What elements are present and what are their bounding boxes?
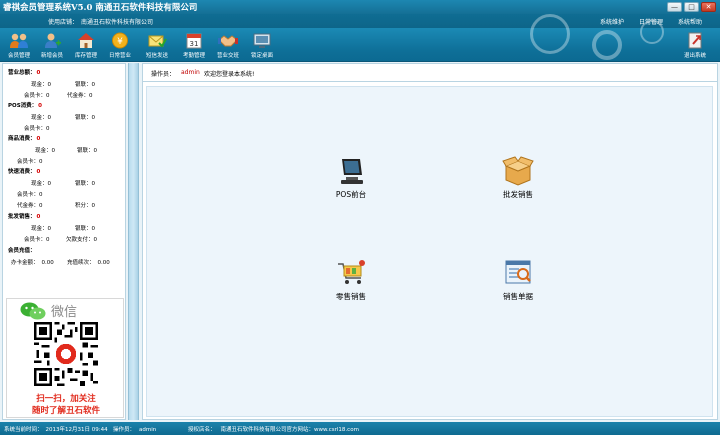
toolbar-add-member[interactable]: 新增会员 (36, 31, 68, 59)
toolbar-shift-handover[interactable]: 营业交班 (212, 31, 244, 59)
main-panel: 操作员： admin 欢迎您登录本系统! POS前台 批发销售 零售销售 销售单… (142, 63, 718, 420)
toolbar-lock-desktop[interactable]: 锁定桌面 (246, 31, 278, 59)
pos-terminal-icon (341, 159, 363, 184)
window-controls: — □ ✕ (667, 2, 716, 12)
stat-revenue-cash: 现金：0 (31, 82, 52, 88)
wechat-title: 微信 (51, 305, 78, 320)
stat-wholesale-card: 会员卡：0 (24, 237, 50, 243)
stat-revenue-swipe: 银联：0 (75, 82, 96, 88)
status-operator: 操作员： admin (113, 427, 157, 433)
sms-icon (148, 35, 167, 48)
stat-fast-cash: 现金：0 (31, 181, 52, 187)
wechat-line-1: 扫一扫，加关注 (36, 394, 96, 404)
toolbar-sms[interactable]: 短信发送 (141, 31, 173, 59)
wechat-promo: 微信 扫一扫，加关注 随时了解丑石软件 (6, 298, 124, 418)
svg-text:¥: ¥ (117, 37, 123, 47)
operator-label: 操作员： (151, 71, 176, 78)
menu-system-help[interactable]: 系统帮助 (678, 17, 702, 26)
stat-wholesale-swipe: 银联：0 (75, 226, 96, 232)
cart-icon (338, 260, 365, 284)
welcome-message: 欢迎您登录本系统! (204, 71, 255, 78)
stat-goods-card: 会员卡：0 (17, 159, 43, 165)
stat-fast-coupon: 代金券：0 (17, 203, 43, 209)
stat-goods-title: 商品消费：0 (8, 136, 41, 142)
operator-bar: 操作员： admin 欢迎您登录本系统! (143, 64, 717, 82)
function-pos-front[interactable]: POS前台 (316, 155, 386, 200)
stat-goods-swipe: 银联：0 (77, 148, 98, 154)
calendar-icon: 31 (186, 33, 202, 49)
stat-fast-swipe: 银联：0 (75, 181, 96, 187)
exit-icon (688, 32, 702, 49)
stat-recharge-amount: 办卡金额： 0.00 (11, 260, 54, 266)
function-area: POS前台 批发销售 零售销售 销售单据 (146, 86, 713, 417)
status-bar: 系统当前时间： 2013年12月31日 09:44 操作员： admin 授权店名：… (0, 422, 720, 435)
left-panel: 营业总额：0 现金：0 银联：0 会员卡：0 代金券：0 POS消费：0 现金：… (2, 63, 126, 420)
report-icon (505, 260, 531, 284)
stat-pos-card: 会员卡：0 (24, 126, 50, 132)
function-sales-records[interactable]: 销售单据 (483, 257, 553, 302)
toolbar-exit[interactable]: 退出系统 (679, 31, 711, 59)
function-wholesale[interactable]: 批发销售 (483, 155, 553, 200)
title-bar: 睿祺会员管理系统V5.0 南通丑石软件科技有限公司 — □ ✕ (0, 0, 720, 14)
menu-system-maintenance[interactable]: 系统维护 (600, 17, 624, 26)
stat-fast-title: 快速消费：0 (8, 169, 41, 175)
add-member-icon (45, 33, 61, 48)
app-title: 睿祺会员管理系统V5.0 南通丑石软件科技有限公司 (3, 3, 198, 13)
status-time: 系统当前时间： 2013年12月31日 09:44 (4, 427, 108, 433)
stat-revenue-coupon: 代金券：0 (67, 93, 93, 99)
home-icon (78, 33, 94, 48)
store-info: 使用店铺： 南通丑石软件科技有限公司 (48, 17, 153, 26)
stat-pos-swipe: 银联：0 (75, 115, 96, 121)
toolbar: 会员管理 新增会员 库存管理 ¥ 日常营业 短信发送 31 考勤管理 营业交班 … (0, 14, 720, 62)
toolbar-inventory[interactable]: 库存管理 (70, 31, 102, 59)
toolbar-member-management[interactable]: 会员管理 (3, 31, 35, 59)
minimize-button[interactable]: — (667, 2, 682, 12)
business-stats: 营业总额：0 现金：0 银联：0 会员卡：0 代金券：0 POS消费：0 现金：… (3, 64, 125, 296)
members-icon (10, 33, 28, 48)
svg-text:31: 31 (190, 40, 199, 48)
handshake-icon (218, 35, 238, 47)
wechat-line-2: 随时了解丑石软件 (31, 406, 100, 416)
stat-recharge-title: 会员充值： (8, 248, 36, 254)
stat-wholesale-title: 批发销售：0 (8, 214, 41, 220)
stat-goods-cash: 现金：0 (35, 148, 56, 154)
lock-screen-icon (253, 33, 271, 48)
close-button[interactable]: ✕ (701, 2, 716, 12)
store-label: 使用店铺： (48, 19, 79, 26)
qr-code (34, 322, 98, 386)
stat-recharge-times: 充值续次： 0.00 (67, 260, 110, 266)
stat-pos-cash: 现金：0 (31, 115, 52, 121)
status-license: 授权店名： 南通丑石软件科技有限公司官方网站：www.csrl18.com (188, 427, 359, 433)
stat-fast-card: 会员卡：0 (17, 192, 43, 198)
toolbar-attendance[interactable]: 31 考勤管理 (178, 31, 210, 59)
coin-icon: ¥ (112, 32, 128, 49)
stat-wholesale-owed: 欠款支付：0 (66, 237, 98, 243)
stat-pos-title: POS消费：0 (8, 103, 42, 109)
maximize-button[interactable]: □ (684, 2, 699, 12)
box-icon (502, 156, 534, 186)
operator-name: admin (181, 69, 200, 76)
stat-revenue-title: 营业总额：0 (8, 70, 41, 76)
stat-wholesale-cash: 现金：0 (31, 226, 52, 232)
toolbar-daily-business[interactable]: ¥ 日常营业 (104, 31, 136, 59)
wechat-logo-icon (20, 302, 46, 320)
store-name: 南通丑石软件科技有限公司 (81, 19, 154, 26)
panel-splitter[interactable] (128, 63, 139, 420)
store-bar: 使用店铺： 南通丑石软件科技有限公司 系统维护 日常管理 系统帮助 (0, 14, 720, 28)
stat-fast-points: 积分：0 (75, 203, 96, 209)
function-retail[interactable]: 零售销售 (316, 257, 386, 302)
stat-revenue-card: 会员卡：0 (24, 93, 50, 99)
